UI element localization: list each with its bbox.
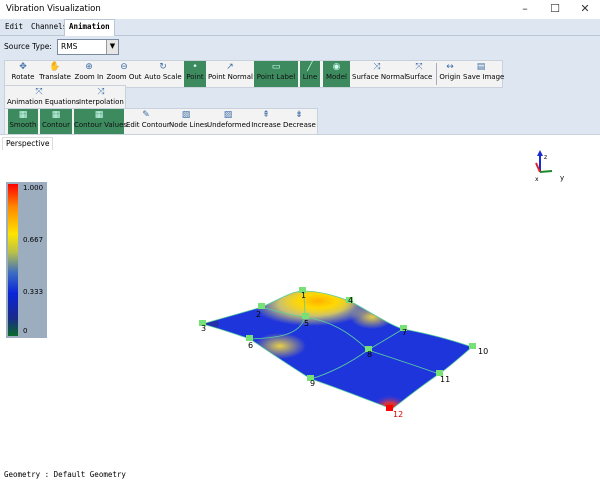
source-bar: Source Type: RMS ▼ [0, 36, 600, 58]
increase-button[interactable]: ⇞ Increase [251, 109, 281, 135]
point-label-toggle[interactable]: ▭ Point Label [254, 61, 298, 87]
node-label: 7 [402, 328, 407, 337]
model-icon: ◉ [332, 62, 341, 72]
point-icon: • [192, 62, 198, 72]
node-label: 1 [301, 291, 306, 300]
surface-normal-icon: ⤨ [373, 62, 381, 72]
menu-animation[interactable]: Animation [64, 19, 115, 36]
view-toolbar: ✥ Rotate ✋ Translate ⊕ Zoom In ⊖ Zoom Out ↻ A… [4, 60, 504, 88]
node-label: 2 [256, 310, 261, 319]
node-marker[interactable] [386, 405, 393, 411]
node-label: 8 [367, 350, 372, 359]
undeformed-icon: ▨ [223, 110, 233, 120]
increase-icon: ⇞ [262, 110, 270, 120]
node-marker[interactable] [258, 303, 265, 309]
interpolation-icon: ⤨ [97, 87, 105, 97]
equations-icon: ⤧ [35, 87, 43, 97]
chevron-down-icon[interactable]: ▼ [106, 40, 118, 54]
node-label: 12 [393, 410, 403, 419]
contour-icon: ▦ [51, 110, 61, 120]
point-toggle[interactable]: • Point [184, 61, 206, 87]
source-type-label: Source Type: [4, 42, 52, 51]
origin-icon: ↔ [446, 62, 454, 72]
line-toggle[interactable]: ╱ Line [300, 61, 320, 87]
edit-contour-button[interactable]: ✎ Edit Contour [126, 109, 170, 135]
menu-edit[interactable]: Edit [1, 20, 27, 34]
surface-plot[interactable]: 1 2 3 4 5 6 7 8 9 10 11 12 [0, 135, 600, 484]
smooth-icon: ▦ [18, 110, 28, 120]
close-button[interactable]: ✕ [570, 0, 600, 19]
rotate-icon: ✥ [19, 62, 27, 72]
decrease-icon: ⇟ [295, 110, 303, 120]
decrease-button[interactable]: ⇟ Decrease [283, 109, 316, 135]
minimize-button[interactable]: – [510, 0, 540, 19]
app-window: Vibration Visualization – ☐ ✕ Edit Chann… [0, 0, 600, 484]
title-bar: Vibration Visualization – ☐ ✕ [0, 0, 600, 19]
rotate-button[interactable]: ✥ Rotate [9, 61, 37, 87]
edit-icon: ✎ [142, 110, 150, 120]
node-label: 11 [440, 375, 450, 384]
node-lines-toggle[interactable]: ▧ Node Lines [169, 109, 208, 135]
save-image-button[interactable]: ▤ Save Image [463, 61, 504, 87]
model-toggle[interactable]: ◉ Model [323, 61, 350, 87]
node-marker[interactable] [469, 343, 476, 349]
refresh-icon: ↻ [159, 62, 167, 72]
contour-values-toggle[interactable]: ▦ Contour Values [74, 109, 127, 135]
line-icon: ╱ [307, 62, 313, 72]
zoom-out-icon: ⊖ [120, 62, 128, 72]
maximize-button[interactable]: ☐ [540, 0, 570, 19]
node-label: 10 [478, 347, 488, 356]
surface-normal-toggle[interactable]: ⤨ Surface Normal [352, 61, 406, 87]
toolbar-area: ✥ Rotate ✋ Translate ⊕ Zoom In ⊖ Zoom Out ↻ A… [0, 58, 600, 135]
surface-toggle[interactable]: ⤧ Surface [404, 61, 434, 87]
source-type-value: RMS [61, 42, 78, 51]
3d-viewport[interactable]: Perspective x y z 1.000 0.667 0.333 0 1 … [0, 134, 600, 484]
status-geometry: Geometry : Default Geometry [4, 470, 126, 479]
contour-toggle[interactable]: ▦ Contour [40, 109, 72, 135]
menu-bar: Edit Channels Animation [0, 19, 600, 36]
node-label: 4 [348, 296, 353, 305]
source-type-select[interactable]: RMS ▼ [57, 39, 119, 55]
point-normal-toggle[interactable]: ↗ Point Normal [208, 61, 253, 87]
zoom-in-button[interactable]: ⊕ Zoom In [73, 61, 105, 87]
zoom-in-icon: ⊕ [85, 62, 93, 72]
node-label: 5 [304, 319, 309, 328]
image-icon: ▤ [476, 62, 486, 72]
node-label: 3 [201, 324, 206, 333]
origin-toggle[interactable]: ↔ Origin [439, 61, 461, 87]
contour-values-icon: ▦ [94, 110, 104, 120]
label-icon: ▭ [271, 62, 281, 72]
translate-button[interactable]: ✋ Translate [38, 61, 72, 87]
node-label: 6 [248, 341, 253, 350]
undeformed-toggle[interactable]: ▨ Undeformed [207, 109, 250, 135]
hand-icon: ✋ [49, 62, 61, 72]
auto-scale-button[interactable]: ↻ Auto Scale [144, 61, 182, 87]
window-title: Vibration Visualization [6, 4, 101, 14]
node-lines-icon: ▧ [181, 110, 191, 120]
zoom-out-button[interactable]: ⊖ Zoom Out [106, 61, 142, 87]
arrow-icon: ↗ [226, 62, 234, 72]
node-label: 9 [310, 379, 315, 388]
surface-icon: ⤧ [415, 62, 423, 72]
contour-toolbar: ▦ Smooth ▦ Contour ▦ Contour Values ✎ Edit C… [4, 108, 318, 135]
toolbar-divider [436, 63, 437, 85]
smooth-toggle[interactable]: ▦ Smooth [8, 109, 38, 135]
